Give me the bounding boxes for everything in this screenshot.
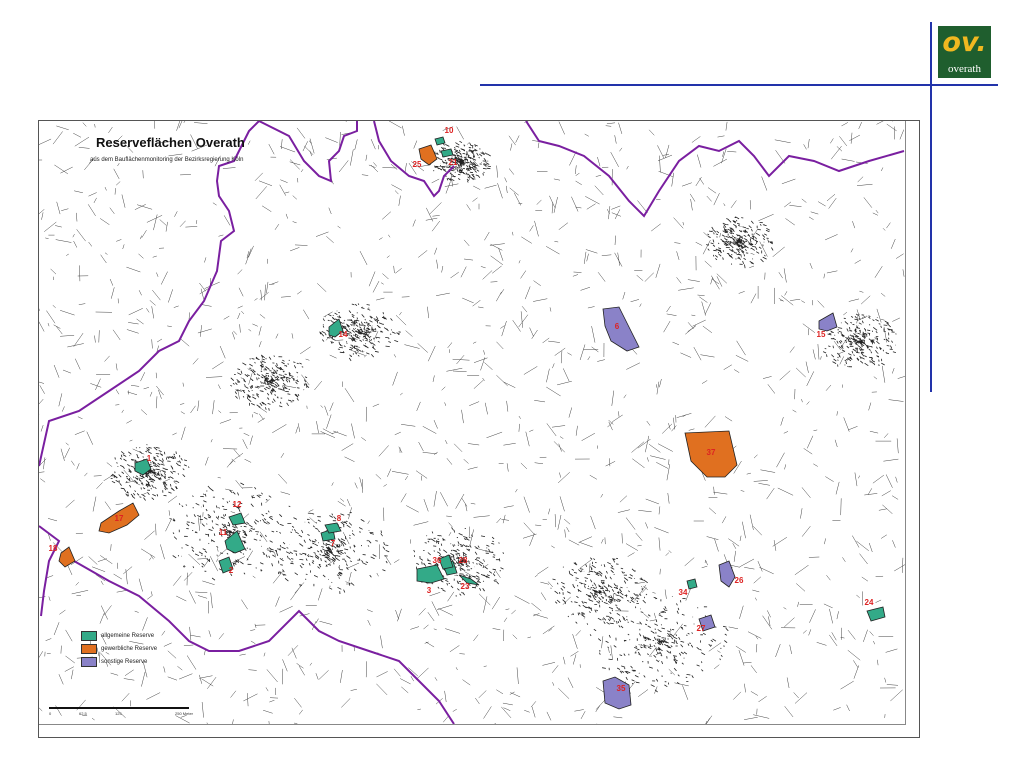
parcel-label-11: 11: [219, 528, 228, 537]
municipal-boundary: [39, 121, 260, 467]
parcel-25[interactable]: [418, 144, 438, 166]
parcel-label-24: 24: [865, 598, 874, 607]
legend-swatch-gewerbliche: [81, 643, 97, 654]
parcel-label-25: 25: [413, 160, 422, 169]
scale-tick-label: 250 Meter: [175, 711, 194, 716]
municipal-boundary: [373, 121, 455, 198]
legend-row-gewerbliche: gewerbliche Reserve: [81, 642, 157, 655]
parcel-12[interactable]: [228, 512, 246, 526]
legend-label: sonstige Reserve: [101, 658, 148, 665]
parcel-34[interactable]: [686, 578, 698, 590]
scale-bar-line: [49, 707, 189, 709]
settlement-texture: [550, 557, 648, 625]
map-frame: 1 2 3 6 7 8 10 11 12 14 15 17 18 21 23 24 25 26 27 28 34 35 36…: [38, 120, 920, 738]
municipal-boundary: [39, 525, 61, 617]
map-title: Reserveflächen Overath: [96, 135, 245, 150]
terrain-lines: [39, 121, 905, 724]
legend-swatch-allgemeine: [81, 630, 97, 641]
parcel-26[interactable]: [718, 560, 736, 588]
parcel-label-3: 3: [427, 586, 432, 595]
header-rule-vertical: [930, 22, 932, 392]
settlement-texture: [110, 444, 190, 501]
parcel-label-8: 8: [337, 514, 342, 523]
terrain-texture: [39, 121, 905, 724]
municipal-boundary: [525, 121, 905, 218]
legend-label: gewerbliche Reserve: [101, 645, 158, 652]
parcel-label-27: 27: [697, 624, 706, 633]
parcel-label-34: 34: [679, 588, 688, 597]
settlement-texture: [431, 140, 491, 183]
map-svg: 12367810111214 15171821232425262728343536…: [39, 121, 905, 724]
municipal-boundary: [258, 121, 358, 183]
parcel-label-18: 18: [49, 544, 58, 553]
logo-mark: ov.: [942, 27, 987, 58]
parcel-21[interactable]: [440, 148, 454, 158]
parcel-3[interactable]: [416, 564, 445, 584]
parcels: 12367810111214 15171821232425262728343536…: [49, 126, 886, 710]
parcel-label-6: 6: [615, 322, 620, 331]
scale-bar: 0 62,5 125 250 Meter: [49, 707, 199, 716]
parcel-label-12: 12: [233, 500, 242, 509]
parcel-label-1: 1: [147, 454, 152, 463]
settlement-texture: [230, 354, 310, 411]
legend-row-sonstige: sonstige Reserve: [81, 655, 157, 668]
settlement-texture: [706, 216, 774, 269]
overath-logo: ov. overath: [938, 26, 991, 78]
parcel-label-10: 10: [445, 126, 454, 135]
parcel-label-23: 23: [461, 582, 470, 591]
parcel-label-37: 37: [707, 448, 716, 457]
parcel-label-35: 35: [617, 684, 626, 693]
map-canvas: 1 2 3 6 7 8 10 11 12 14 15 17 18 21 23 24 25 26 27 28 34 35 36…: [39, 121, 906, 725]
parcel-label-21: 21: [449, 158, 458, 167]
legend-row-allgemeine: allgemeine Reserve: [81, 629, 157, 642]
parcel-6[interactable]: [602, 306, 640, 352]
parcel-15[interactable]: [818, 312, 838, 332]
parcel-label-15: 15: [817, 330, 826, 339]
scale-tick-label: 125: [115, 711, 122, 716]
header-rule-horizontal: [480, 84, 998, 86]
scale-tick-label: 0: [49, 711, 52, 716]
settlement-texture: [589, 596, 729, 693]
map-subtitle: aus dem Bauflächenmonitoring der Bezirks…: [90, 157, 244, 163]
parcel-label-28: 28: [459, 556, 468, 565]
legend-label: allgemeine Reserve: [101, 632, 155, 639]
parcel-label-2: 2: [229, 566, 234, 575]
parcel-label-17: 17: [115, 514, 124, 523]
logo-wordmark: overath: [948, 63, 981, 75]
scale-tick-label: 62,5: [79, 711, 87, 716]
legend-swatch-sonstige: [81, 656, 97, 667]
parcel-label-26: 26: [735, 576, 744, 585]
parcel-24[interactable]: [866, 606, 886, 622]
map-legend: allgemeine Reserve gewerbliche Reserve s…: [81, 629, 157, 668]
parcel-label-7: 7: [331, 539, 336, 548]
parcel-label-14: 14: [339, 330, 348, 339]
parcel-label-36: 36: [433, 556, 442, 565]
parcel-35[interactable]: [602, 676, 632, 710]
